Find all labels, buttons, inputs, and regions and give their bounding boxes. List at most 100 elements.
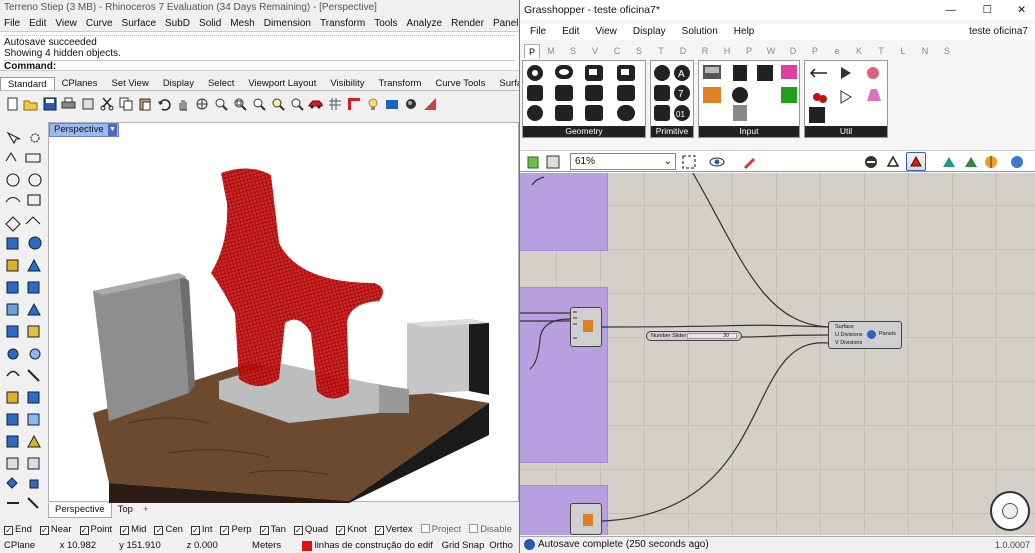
gh-tab-s2[interactable]: S [936, 44, 958, 58]
viewport-tab-top[interactable]: Top [112, 503, 139, 518]
maximize-icon[interactable]: ☐ [983, 0, 992, 20]
rhino-menu-view[interactable]: View [55, 16, 77, 31]
preview-selected-icon[interactable] [962, 153, 979, 170]
primitive-param-icons[interactable]: A 7 01 [651, 61, 695, 127]
ortho-toggle[interactable]: Ortho [489, 540, 519, 553]
rhino-menu-curve[interactable]: Curve [86, 16, 113, 31]
gh-tab-r[interactable]: R [694, 44, 716, 58]
gh-tab-sets[interactable]: S [562, 44, 584, 58]
close-icon[interactable]: ✕ [1017, 0, 1026, 20]
osnap-point[interactable]: ✓ Point [79, 524, 112, 535]
osnap-disable[interactable]: Disable [469, 524, 512, 535]
cplane-label[interactable]: CPlane [4, 540, 60, 553]
properties-icon[interactable] [383, 95, 400, 112]
material-icon[interactable] [421, 95, 438, 112]
gh-tab-d2[interactable]: D [782, 44, 804, 58]
osnap-perp[interactable]: ✓ Perp [220, 524, 252, 535]
zoom-extents-icon[interactable] [680, 153, 697, 170]
gh-canvas[interactable]: Number Slider 30 Surface U Divisions V D… [520, 173, 1035, 535]
gh-tab-k[interactable]: K [848, 44, 870, 58]
units-label[interactable]: Meters [252, 540, 302, 553]
undo-icon[interactable] [155, 95, 172, 112]
rhino-menu-surface[interactable]: Surface [122, 16, 156, 31]
perspective-viewport[interactable]: Perspective ▼ [48, 122, 519, 503]
gh-tab-params[interactable]: P [524, 44, 540, 58]
preview-off-icon[interactable] [862, 153, 879, 170]
input-param-icons[interactable] [699, 61, 801, 127]
grid-snap-toggle[interactable]: Grid Snap [442, 540, 490, 553]
tab-cplanes[interactable]: CPlanes [55, 77, 105, 90]
rhino-menu-file[interactable]: File [4, 16, 20, 31]
rhino-menu-edit[interactable]: Edit [29, 16, 46, 31]
tab-standard[interactable]: Standard [0, 77, 55, 90]
gh-tab-e[interactable]: e [826, 44, 848, 58]
cut-icon[interactable] [98, 95, 115, 112]
gh-tab-n[interactable]: N [914, 44, 936, 58]
rhino-menu-tools[interactable]: Tools [374, 16, 397, 31]
left-toolbar-icons[interactable] [2, 128, 46, 513]
rhino-menu-solid[interactable]: Solid [199, 16, 221, 31]
light-bulb-icon[interactable] [364, 95, 381, 112]
output-panels[interactable]: Panels [879, 330, 896, 338]
zoom-selected-icon[interactable] [269, 95, 286, 112]
zoom-icon[interactable] [212, 95, 229, 112]
osnap-knot[interactable]: ✓ Knot [336, 524, 367, 535]
rhino-menu-subd[interactable]: SubD [165, 16, 190, 31]
rhino-menu-analyze[interactable]: Analyze [407, 16, 443, 31]
gh-tab-p2[interactable]: P [804, 44, 826, 58]
sketch-icon[interactable] [740, 153, 757, 170]
zoom-dropdown[interactable]: 61% ⌄ [570, 153, 676, 170]
current-layer[interactable]: linhas de construção do edif [315, 540, 442, 553]
layer-icon[interactable] [345, 95, 362, 112]
osnap-cen[interactable]: ✓ Cen [154, 524, 183, 535]
util-param-icons[interactable] [805, 61, 889, 127]
rhino-menu-dimension[interactable]: Dimension [264, 16, 311, 31]
gh-tab-transform[interactable]: T [650, 44, 672, 58]
geometry-param-icons[interactable] [523, 61, 647, 127]
gh-tab-p[interactable]: P [738, 44, 760, 58]
print-icon[interactable] [60, 95, 77, 112]
gh-menu-edit[interactable]: Edit [562, 24, 579, 40]
copy-icon[interactable] [117, 95, 134, 112]
gh-tab-h[interactable]: H [716, 44, 738, 58]
gh-new-file-icon[interactable] [524, 153, 541, 170]
grid-icon[interactable] [326, 95, 343, 112]
tab-transform[interactable]: Transform [371, 77, 428, 90]
tab-visibility[interactable]: Visibility [323, 77, 371, 90]
car-icon[interactable] [307, 95, 324, 112]
tab-curve-tools[interactable]: Curve Tools [428, 77, 492, 90]
gh-tab-l[interactable]: L [892, 44, 914, 58]
open-folder-icon[interactable] [22, 95, 39, 112]
paste-icon[interactable] [136, 95, 153, 112]
gh-menu-display[interactable]: Display [633, 24, 666, 40]
zoom-all-icon[interactable] [288, 95, 305, 112]
number-slider-track[interactable] [687, 333, 737, 339]
osnap-tan[interactable]: ✓ Tan [259, 524, 286, 535]
shaded-preview-icon[interactable] [906, 152, 926, 171]
panels-component[interactable]: Surface U Divisions V Divisions Panels [828, 321, 902, 349]
zoom-extents-icon[interactable] [250, 95, 267, 112]
tab-viewport-layout[interactable]: Viewport Layout [241, 77, 323, 90]
rhino-menu-transform[interactable]: Transform [320, 16, 365, 31]
gh-tab-curve[interactable]: C [606, 44, 628, 58]
viewport-tab-perspective[interactable]: Perspective [48, 503, 112, 518]
gh-component-surface-bottom[interactable] [570, 503, 602, 535]
tab-select[interactable]: Select [201, 77, 241, 90]
gh-save-icon[interactable] [544, 153, 561, 170]
zoom-window-icon[interactable] [231, 95, 248, 112]
osnap-mid[interactable]: ✓ Mid [120, 524, 146, 535]
gh-tab-maths[interactable]: M [540, 44, 562, 58]
gh-menu-solution[interactable]: Solution [682, 24, 718, 40]
input-v-divisions[interactable]: V Divisions [831, 339, 899, 347]
save-icon[interactable] [41, 95, 58, 112]
osnap-near[interactable]: ✓ Near [39, 524, 72, 535]
import-icon[interactable] [79, 95, 96, 112]
gh-component-surface-mid[interactable] [570, 307, 602, 347]
gh-menu-view[interactable]: View [595, 24, 617, 40]
rhino-menu-render[interactable]: Render [451, 16, 484, 31]
gh-tab-vector[interactable]: V [584, 44, 606, 58]
rhino-menu-mesh[interactable]: Mesh [230, 16, 254, 31]
osnap-end[interactable]: ✓ End [4, 524, 32, 535]
new-file-icon[interactable] [3, 95, 20, 112]
sphere-display-icon[interactable] [1008, 153, 1025, 170]
